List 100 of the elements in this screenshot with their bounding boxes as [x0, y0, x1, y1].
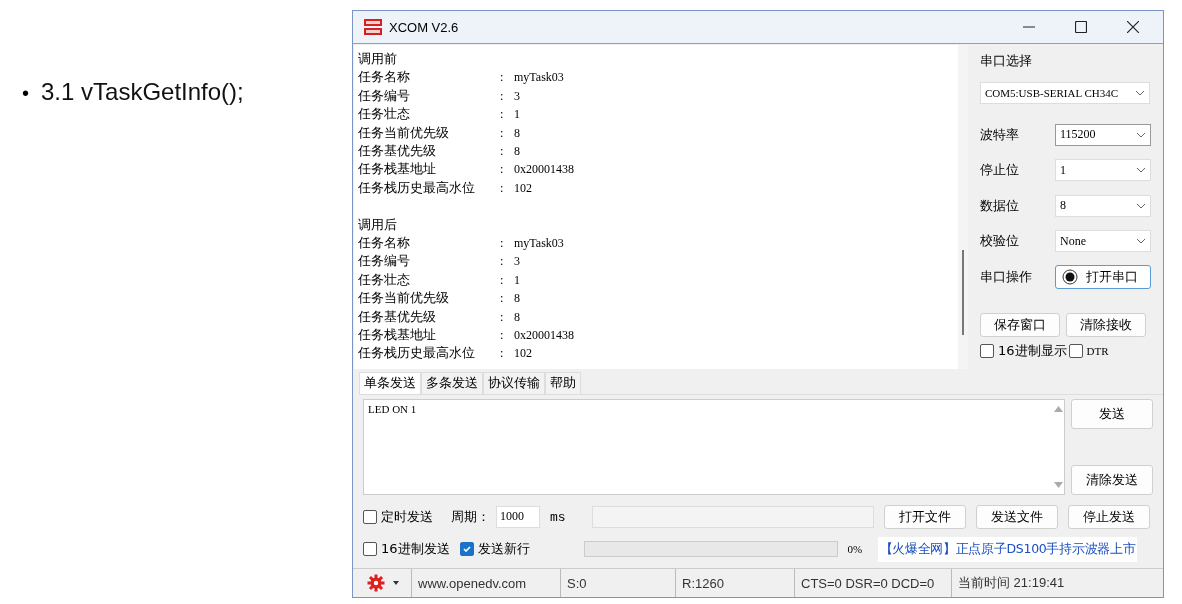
setting-label: 数据位: [980, 196, 1019, 215]
file-button[interactable]: 发送文件: [976, 505, 1058, 529]
checkbox[interactable]: [459, 542, 474, 556]
setting-dropdown[interactable]: 115200: [1055, 123, 1151, 146]
status-received: R:1260: [676, 569, 795, 597]
setting-label: 停止位: [980, 161, 1019, 180]
period-label: 周期：: [451, 508, 490, 526]
unit-label: ms: [549, 509, 567, 525]
ad-link[interactable]: 【火爆全网】正点原子DS100手持示波器上市: [877, 536, 1138, 562]
chevron-icon: [1136, 238, 1146, 245]
panel-button[interactable]: 清除接收: [1066, 312, 1146, 337]
log-separator: :: [500, 124, 505, 142]
log-separator: :: [500, 69, 505, 87]
log-value: 8: [514, 143, 520, 161]
log-label: 任务名称: [358, 68, 411, 87]
log-value: 1: [514, 106, 520, 124]
log-value: 0x20001438: [514, 161, 574, 179]
log-label: 任务壮态: [358, 105, 411, 124]
log-label: 任务当前优先级: [358, 289, 450, 308]
setting-dropdown[interactable]: None: [1055, 230, 1151, 253]
log-label: 任务栈历史最高水位: [358, 178, 476, 197]
log-separator: :: [500, 161, 505, 179]
log-separator: :: [500, 345, 505, 363]
log-label: 任务壮态: [358, 270, 411, 289]
send-button[interactable]: 清除发送: [1071, 465, 1153, 495]
log-value: 8: [514, 308, 520, 326]
log-value: myTask03: [514, 235, 564, 253]
log-label: 任务基优先级: [358, 142, 437, 161]
close-icon[interactable]: [1127, 21, 1139, 33]
logo-icon: [363, 18, 383, 36]
checkbox[interactable]: [1068, 343, 1083, 358]
status-lines: CTS=0 DSR=0 DCD=0: [795, 569, 952, 597]
port-dropdown[interactable]: COM5:USB-SERIAL CH34C: [980, 82, 1150, 104]
file-button[interactable]: 打开文件: [884, 505, 966, 529]
log-separator: :: [500, 143, 505, 161]
period-field[interactable]: 1000: [496, 506, 540, 528]
log-separator: :: [500, 253, 505, 271]
log-value: 3: [514, 87, 520, 105]
log-separator: :: [500, 327, 505, 345]
bullet: •: [22, 82, 29, 105]
dropdown-arrow-icon[interactable]: [393, 581, 399, 585]
log-separator: :: [500, 179, 505, 197]
checkbox-label: 16进制发送: [381, 540, 450, 558]
tab[interactable]: 帮助: [545, 372, 581, 394]
log-label: 任务基优先级: [358, 307, 437, 326]
log-value: 1: [514, 271, 520, 289]
setting-label: 校验位: [980, 232, 1019, 251]
log-heading: 调用后: [358, 215, 398, 234]
progress-reading: 0%: [847, 543, 864, 555]
log-label: 任务栈基地址: [358, 160, 437, 179]
log-value: 3: [514, 253, 520, 271]
checkbox[interactable]: [363, 542, 377, 556]
tab[interactable]: 单条发送: [359, 372, 421, 394]
gear-icon[interactable]: [367, 574, 385, 592]
setting-dropdown[interactable]: 8: [1055, 194, 1151, 217]
log-label: 任务名称: [358, 234, 411, 253]
log-separator: :: [500, 106, 505, 124]
status-url[interactable]: www.openedv.com: [412, 569, 561, 597]
file-button[interactable]: 停止发送: [1068, 505, 1150, 529]
log-value: 8: [514, 290, 520, 308]
log-separator: :: [500, 271, 505, 289]
scrollbar-thumb[interactable]: [962, 250, 964, 335]
maximize-icon[interactable]: [1075, 21, 1087, 33]
tab[interactable]: 协议传输: [483, 372, 545, 394]
check-icon: [461, 544, 472, 554]
slide-heading: 3.1 vTaskGetInfo();: [41, 78, 244, 106]
checkbox-label: 发送新行: [477, 540, 530, 558]
status-time: 当前时间 21:19:41: [957, 574, 1066, 592]
log-label: 任务编号: [358, 86, 411, 105]
checkbox-label: 16进制显示: [998, 341, 1067, 360]
window-title: XCOM V2.6: [389, 19, 459, 35]
status-sent: S:0: [561, 569, 676, 597]
log-separator: :: [500, 290, 505, 308]
log-value: 8: [514, 124, 520, 142]
log-value: myTask03: [514, 69, 564, 87]
log-value: 102: [514, 345, 532, 363]
panel-button[interactable]: 保存窗口: [980, 312, 1060, 337]
chevron-icon: [1136, 131, 1146, 138]
tab[interactable]: 多条发送: [421, 372, 483, 394]
record-icon: [1062, 268, 1078, 285]
checkbox[interactable]: [363, 510, 377, 524]
send-button[interactable]: 发送: [1071, 399, 1153, 429]
setting-dropdown[interactable]: 1: [1055, 159, 1151, 182]
log-label: 任务当前优先级: [358, 123, 450, 142]
log-heading: 调用前: [358, 50, 398, 68]
open-port-button[interactable]: 打开串口: [1055, 264, 1151, 289]
setting-label: 串口操作: [980, 267, 1032, 286]
log-separator: :: [500, 235, 505, 253]
chevron-icon: [1136, 202, 1146, 209]
log-label: 任务栈历史最高水位: [358, 344, 476, 363]
log-value: 102: [514, 179, 532, 197]
checkbox-label: 定时发送: [381, 508, 433, 526]
log-label: 任务栈基地址: [358, 326, 437, 345]
chevron-icon: [1136, 167, 1146, 174]
port-label: 串口选择: [980, 52, 1033, 70]
log-separator: :: [500, 308, 505, 326]
checkbox-label: DTR: [1086, 344, 1109, 357]
log-value: 0x20001438: [514, 327, 574, 345]
log-separator: :: [500, 87, 505, 105]
checkbox[interactable]: [980, 343, 994, 358]
